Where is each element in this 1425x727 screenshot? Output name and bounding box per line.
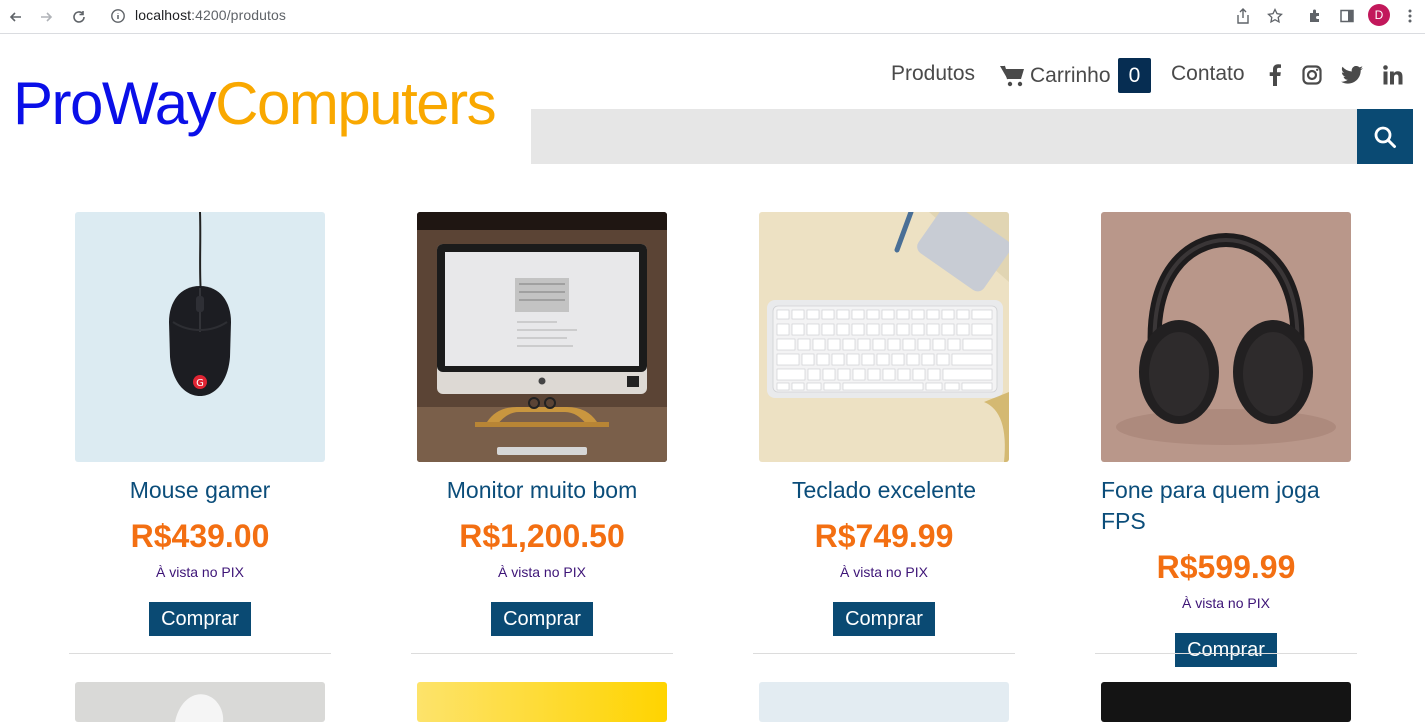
instagram-icon[interactable] (1300, 63, 1324, 87)
address-bar[interactable]: localhost:4200/produtos (135, 7, 286, 23)
product-name[interactable]: Monitor muito bom (411, 475, 673, 506)
side-panel-icon[interactable] (1337, 4, 1357, 28)
payment-note: À vista no PIX (156, 564, 244, 580)
forward-icon[interactable] (34, 5, 58, 29)
site-info-icon[interactable] (110, 8, 128, 26)
card-divider (753, 653, 1015, 654)
product-price: R$1,200.50 (459, 518, 625, 554)
bookmark-star-icon[interactable] (1265, 4, 1285, 28)
buy-button[interactable]: Comprar (1175, 633, 1277, 667)
product-price: R$439.00 (130, 518, 270, 554)
share-icon[interactable] (1233, 4, 1253, 28)
svg-text:G: G (196, 378, 204, 389)
product-card: G Mouse gamer R$439.00 À vista no PIX Co… (69, 212, 331, 654)
payment-note: À vista no PIX (498, 564, 586, 580)
payment-note: À vista no PIX (840, 564, 928, 580)
site-logo[interactable]: ProWayComputers (13, 68, 497, 140)
nav-carrinho[interactable]: Carrinho (1030, 64, 1111, 88)
nav-contato[interactable]: Contato (1171, 62, 1245, 86)
logo-part2: Computers (215, 70, 496, 137)
back-icon[interactable] (4, 5, 28, 29)
product-price: R$749.99 (814, 518, 954, 554)
product-price: R$599.99 (1156, 549, 1296, 585)
cart-count-badge: 0 (1118, 58, 1151, 93)
buy-button[interactable]: Comprar (833, 602, 935, 636)
product-card: Fone para quem joga FPS R$599.99 À vista… (1095, 212, 1357, 667)
url-path: :4200/produtos (191, 7, 286, 23)
product-image-preview[interactable] (417, 682, 667, 722)
twitter-icon[interactable] (1340, 63, 1364, 87)
product-image-preview[interactable] (759, 682, 1009, 722)
product-image-preview[interactable] (75, 682, 325, 722)
payment-note: À vista no PIX (1182, 595, 1270, 611)
extensions-icon[interactable] (1305, 4, 1325, 28)
search-button[interactable] (1357, 109, 1413, 164)
product-image-keyboard[interactable] (759, 212, 1009, 462)
cart-icon[interactable] (1000, 64, 1026, 88)
url-host: localhost (135, 7, 192, 23)
product-image-mouse[interactable]: G (75, 212, 325, 462)
card-divider (1095, 653, 1357, 654)
browser-menu-icon[interactable] (1402, 4, 1418, 28)
linkedin-icon[interactable] (1381, 63, 1405, 87)
profile-avatar[interactable]: D (1368, 4, 1390, 26)
logo-part1: ProWay (13, 70, 217, 137)
browser-toolbar: localhost:4200/produtos D (0, 0, 1425, 34)
card-divider (69, 653, 331, 654)
buy-button[interactable]: Comprar (491, 602, 593, 636)
product-name[interactable]: Mouse gamer (69, 475, 331, 506)
product-image-preview[interactable] (1101, 682, 1351, 722)
card-divider (411, 653, 673, 654)
nav-produtos[interactable]: Produtos (891, 62, 975, 86)
search-input[interactable] (531, 109, 1357, 164)
facebook-icon[interactable] (1263, 63, 1287, 87)
search-icon (1374, 126, 1396, 148)
buy-button[interactable]: Comprar (149, 602, 251, 636)
product-image-headphones[interactable] (1101, 212, 1351, 462)
product-card: Teclado excelente R$749.99 À vista no PI… (753, 212, 1015, 654)
product-name[interactable]: Teclado excelente (753, 475, 1015, 506)
product-card: Monitor muito bom R$1,200.50 À vista no … (411, 212, 673, 654)
reload-icon[interactable] (67, 5, 91, 29)
product-name[interactable]: Fone para quem joga FPS (1095, 475, 1357, 537)
product-image-monitor[interactable] (417, 212, 667, 462)
